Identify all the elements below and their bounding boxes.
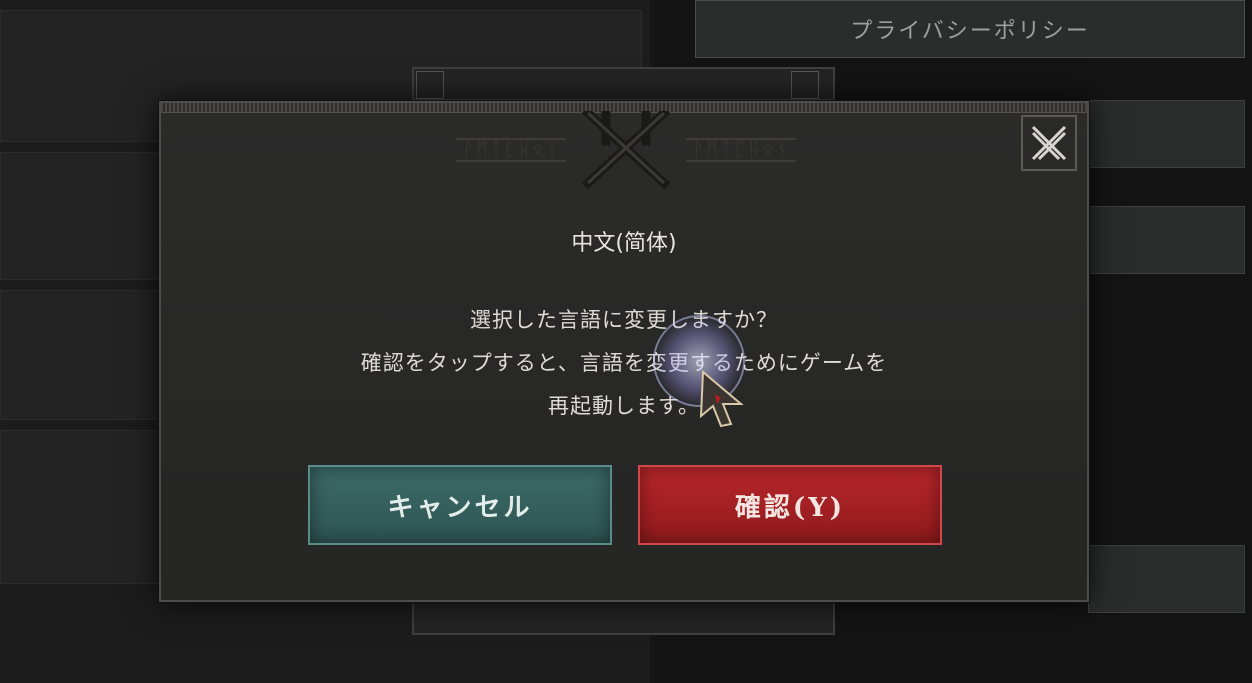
background-option-slab[interactable]: [1088, 206, 1245, 274]
confirm-button[interactable]: 確認(Y): [638, 465, 942, 545]
selected-language-name: 中文(简体): [571, 231, 677, 256]
rune-crest-icon: ᚹᛗᛏᛈᚺᛟᚾ ᚹᛗᛏᛈᚺᛟᚾ: [456, 111, 796, 190]
message-line: 確認をタップすると、言語を変更するためにゲームを: [360, 351, 888, 375]
background-dialog-header: [414, 69, 833, 100]
background-row: [0, 430, 162, 584]
close-x-icon: [1031, 125, 1067, 161]
background-option-slab[interactable]: [1088, 545, 1245, 613]
message-line: 再起動します。: [548, 394, 700, 418]
privacy-policy-button[interactable]: プライバシーポリシー: [695, 0, 1245, 58]
background-row: [0, 152, 162, 280]
svg-text:ᚹᛗᛏᛈᚺᛟᚾ: ᚹᛗᛏᛈᚺᛟᚾ: [692, 137, 790, 161]
background-dialog-close-icon: [791, 71, 819, 99]
background-option-slab[interactable]: [1088, 100, 1245, 168]
confirm-message: 選択した言語に変更しますか？ 確認をタップすると、言語を変更するためにゲームを …: [161, 299, 1087, 428]
svg-text:ᚹᛗᛏᛈᚺᛟᚾ: ᚹᛗᛏᛈᚺᛟᚾ: [462, 137, 560, 161]
background-row: [0, 290, 162, 420]
close-button[interactable]: [1021, 115, 1077, 171]
language-confirm-dialog: ᚹᛗᛏᛈᚺᛟᚾ ᚹᛗᛏᛈᚺᛟᚾ 中文(简体) 選択した言語に変更しますか？ 確認…: [159, 101, 1089, 602]
message-line: 選択した言語に変更しますか？: [470, 308, 778, 332]
background-dialog-corner-icon: [416, 71, 444, 99]
cancel-button[interactable]: キャンセル: [308, 465, 612, 545]
